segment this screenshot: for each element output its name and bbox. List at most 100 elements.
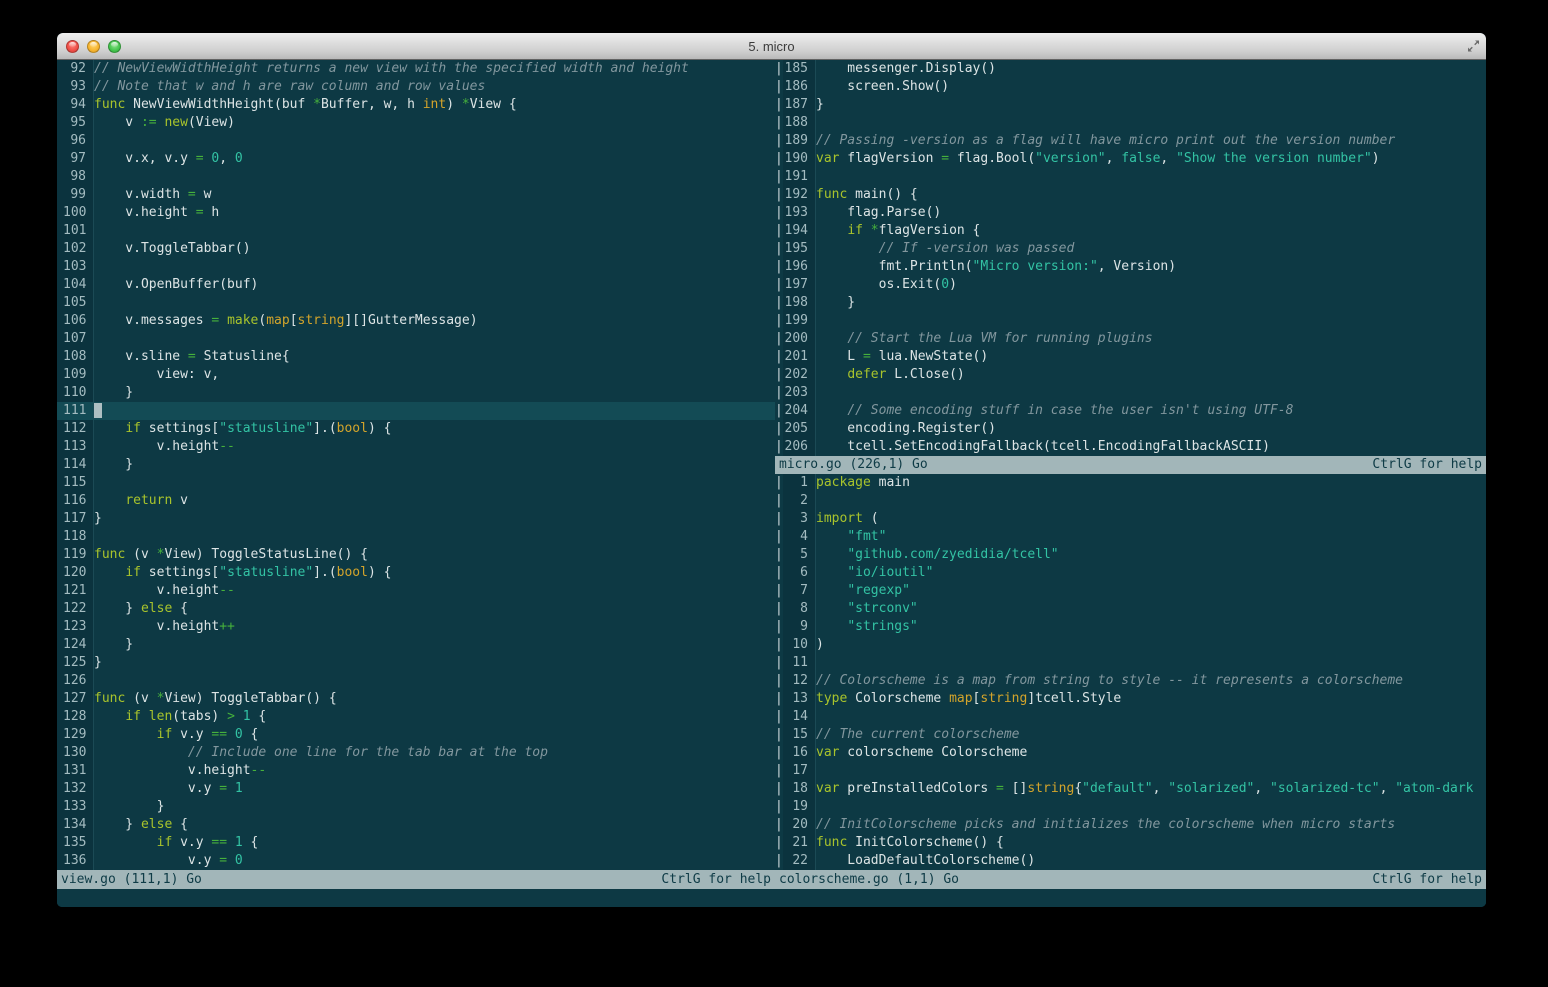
- code-line[interactable]: | 2: [775, 492, 1486, 510]
- code-area-micro-go[interactable]: | 185 messenger.Display() | 186 screen.Show…: [775, 60, 1486, 456]
- code-line[interactable]: | 188: [775, 114, 1486, 132]
- code-line[interactable]: 124 }: [57, 636, 775, 654]
- code-line[interactable]: 121 v.height--: [57, 582, 775, 600]
- code-line[interactable]: 125}: [57, 654, 775, 672]
- code-line[interactable]: 126: [57, 672, 775, 690]
- code-text: // Some encoding stuff in case the user …: [816, 402, 1486, 420]
- code-line[interactable]: 102 v.ToggleTabbar(): [57, 240, 775, 258]
- code-line[interactable]: 110 }: [57, 384, 775, 402]
- code-line[interactable]: | 185 messenger.Display(): [775, 60, 1486, 78]
- code-line[interactable]: | 196 fmt.Println("Micro version:", Versi…: [775, 258, 1486, 276]
- code-line[interactable]: 133 }: [57, 798, 775, 816]
- code-line[interactable]: | 203: [775, 384, 1486, 402]
- code-line[interactable]: 127 func (v *View) ToggleTabbar() {: [57, 690, 775, 708]
- code-line[interactable]: | 14: [775, 708, 1486, 726]
- code-line[interactable]: 118: [57, 528, 775, 546]
- code-line[interactable]: 123 v.height++: [57, 618, 775, 636]
- code-line[interactable]: 136 v.y = 0: [57, 852, 775, 870]
- code-line[interactable]: | 8 "strconv": [775, 600, 1486, 618]
- code-line[interactable]: | 194 if *flagVersion {: [775, 222, 1486, 240]
- code-line[interactable]: 104 v.OpenBuffer(buf): [57, 276, 775, 294]
- code-line[interactable]: 112 if settings["statusline"].(bool) {: [57, 420, 775, 438]
- code-line[interactable]: 120 if settings["statusline"].(bool) {: [57, 564, 775, 582]
- code-line[interactable]: | 19: [775, 798, 1486, 816]
- code-area-view-go[interactable]: 92// NewViewWidthHeight returns a new vi…: [57, 60, 775, 870]
- code-line[interactable]: | 9 "strings": [775, 618, 1486, 636]
- code-line[interactable]: 108 v.sline = Statusline{: [57, 348, 775, 366]
- zoom-button[interactable]: [108, 39, 121, 53]
- code-line[interactable]: 119 func (v *View) ToggleStatusLine() {: [57, 546, 775, 564]
- code-line[interactable]: 115: [57, 474, 775, 492]
- code-line[interactable]: 109 view: v,: [57, 366, 775, 384]
- code-line[interactable]: | 197 os.Exit(0): [775, 276, 1486, 294]
- code-line[interactable]: | 191: [775, 168, 1486, 186]
- code-line[interactable]: 131 v.height--: [57, 762, 775, 780]
- code-line[interactable]: | 187}: [775, 96, 1486, 114]
- code-line[interactable]: 122 } else {: [57, 600, 775, 618]
- code-line[interactable]: 114 }: [57, 456, 775, 474]
- code-line[interactable]: | 4 "fmt": [775, 528, 1486, 546]
- code-line[interactable]: | 189// Passing -version as a flag will h…: [775, 132, 1486, 150]
- code-line[interactable]: 96: [57, 132, 775, 150]
- code-line[interactable]: 105: [57, 294, 775, 312]
- code-line[interactable]: | 11: [775, 654, 1486, 672]
- code-line[interactable]: 93// Note that w and h are raw column an…: [57, 78, 775, 96]
- resize-icon[interactable]: [1467, 40, 1480, 53]
- code-line[interactable]: | 12// Colorscheme is a map from string t…: [775, 672, 1486, 690]
- code-line[interactable]: 95 v := new(View): [57, 114, 775, 132]
- code-line[interactable]: | 5 "github.com/zyedidia/tcell": [775, 546, 1486, 564]
- code-line[interactable]: 101: [57, 222, 775, 240]
- code-line[interactable]: | 200 // Start the Lua VM for running plu…: [775, 330, 1486, 348]
- code-line[interactable]: | 1 package main: [775, 474, 1486, 492]
- titlebar[interactable]: 5. micro: [57, 33, 1486, 60]
- code-line[interactable]: 135 if v.y == 1 {: [57, 834, 775, 852]
- code-line[interactable]: | 6 "io/ioutil": [775, 564, 1486, 582]
- code-line[interactable]: | 205 encoding.Register(): [775, 420, 1486, 438]
- code-line[interactable]: | 192 func main() {: [775, 186, 1486, 204]
- code-line[interactable]: 111: [57, 402, 775, 420]
- code-line[interactable]: | 193 flag.Parse(): [775, 204, 1486, 222]
- code-line[interactable]: | 21 func InitColorscheme() {: [775, 834, 1486, 852]
- code-line[interactable]: | 195 // If -version was passed: [775, 240, 1486, 258]
- code-line[interactable]: | 10): [775, 636, 1486, 654]
- code-line[interactable]: 129 if v.y == 0 {: [57, 726, 775, 744]
- code-line[interactable]: | 202 defer L.Close(): [775, 366, 1486, 384]
- code-line[interactable]: | 190 var flagVersion = flag.Bool("version…: [775, 150, 1486, 168]
- code-line[interactable]: 97 v.x, v.y = 0, 0: [57, 150, 775, 168]
- code-line[interactable]: 132 v.y = 1: [57, 780, 775, 798]
- code-token: --: [219, 583, 235, 598]
- code-line[interactable]: 134 } else {: [57, 816, 775, 834]
- code-line[interactable]: | 206 tcell.SetEncodingFallback(tcell.Enc…: [775, 438, 1486, 456]
- code-line[interactable]: | 204 // Some encoding stuff in case the …: [775, 402, 1486, 420]
- code-line[interactable]: | 16 var colorscheme Colorscheme: [775, 744, 1486, 762]
- code-line[interactable]: 98: [57, 168, 775, 186]
- code-line[interactable]: 106 v.messages = make(map[string][]Gutte…: [57, 312, 775, 330]
- code-line[interactable]: | 22 LoadDefaultColorscheme(): [775, 852, 1486, 870]
- code-line[interactable]: 103: [57, 258, 775, 276]
- minimize-button[interactable]: [87, 39, 100, 53]
- code-line[interactable]: 94 func NewViewWidthHeight(buf *Buffer, w…: [57, 96, 775, 114]
- command-message-line[interactable]: [57, 889, 1486, 907]
- code-line[interactable]: 92// NewViewWidthHeight returns a new vi…: [57, 60, 775, 78]
- code-line[interactable]: | 3 import (: [775, 510, 1486, 528]
- code-line[interactable]: | 13 type Colorscheme map[string]tcell.Sty…: [775, 690, 1486, 708]
- code-area-colorscheme-go[interactable]: | 1 package main | 2 | 3 import (| 4 "fmt" | 5 "gi…: [775, 474, 1486, 870]
- code-line[interactable]: | 201 L = lua.NewState(): [775, 348, 1486, 366]
- code-line[interactable]: 117}: [57, 510, 775, 528]
- code-line[interactable]: | 18 var preInstalledColors = []string{"de…: [775, 780, 1486, 798]
- code-line[interactable]: 130 // Include one line for the tab bar …: [57, 744, 775, 762]
- code-line[interactable]: 128 if len(tabs) > 1 {: [57, 708, 775, 726]
- code-line[interactable]: 100 v.height = h: [57, 204, 775, 222]
- code-line[interactable]: | 20// InitColorscheme picks and initiali…: [775, 816, 1486, 834]
- code-line[interactable]: 99 v.width = w: [57, 186, 775, 204]
- code-line[interactable]: 107: [57, 330, 775, 348]
- code-line[interactable]: | 15// The current colorscheme: [775, 726, 1486, 744]
- code-line[interactable]: | 17: [775, 762, 1486, 780]
- code-line[interactable]: | 186 screen.Show(): [775, 78, 1486, 96]
- code-line[interactable]: | 199: [775, 312, 1486, 330]
- close-button[interactable]: [66, 39, 79, 53]
- code-line[interactable]: 116 return v: [57, 492, 775, 510]
- code-line[interactable]: | 198 }: [775, 294, 1486, 312]
- code-line[interactable]: | 7 "regexp": [775, 582, 1486, 600]
- code-line[interactable]: 113 v.height--: [57, 438, 775, 456]
